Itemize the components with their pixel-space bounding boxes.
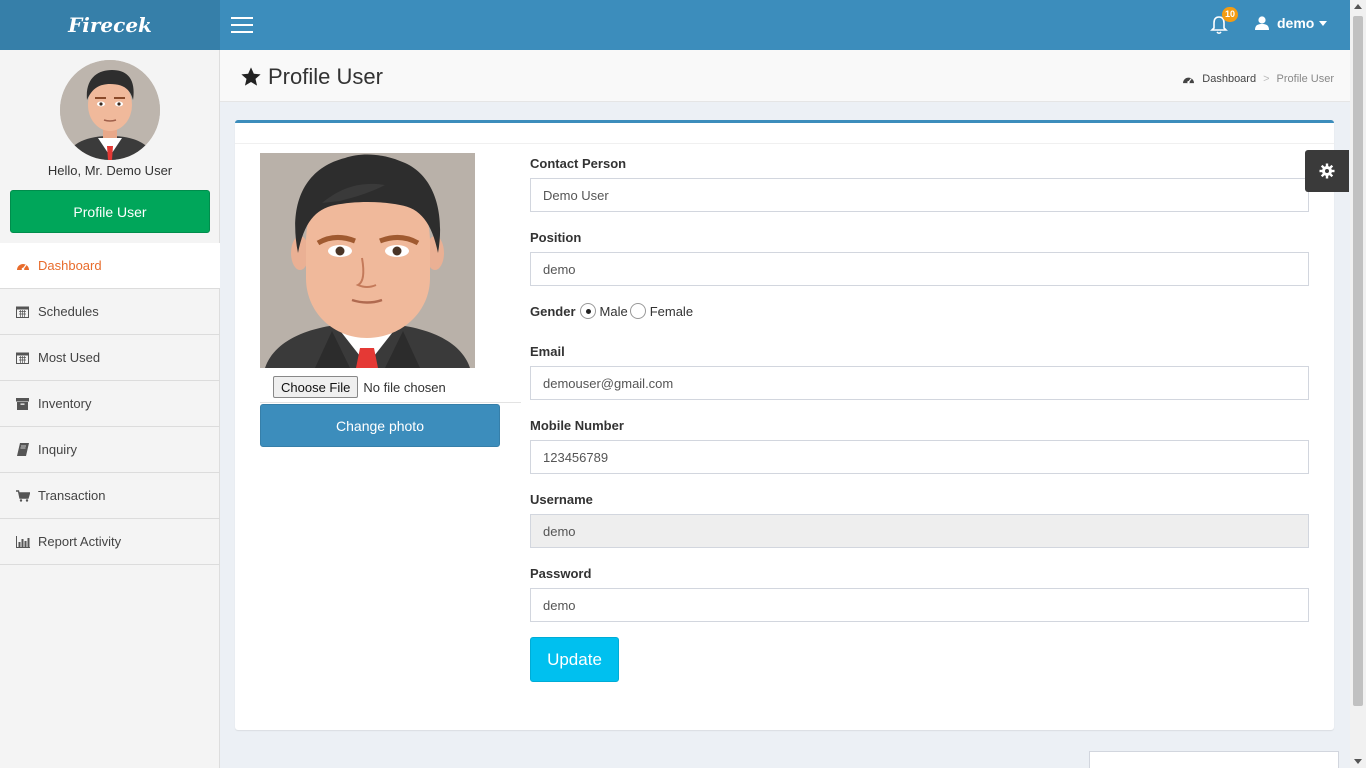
username-label: Username — [530, 492, 593, 507]
profile-user-button[interactable]: Profile User — [10, 190, 210, 233]
sidebar-item-label: Transaction — [38, 488, 106, 503]
breadcrumb: Dashboard > Profile User — [1182, 73, 1334, 85]
position-input[interactable] — [530, 252, 1309, 286]
book-icon — [15, 443, 30, 457]
sidebar: Hello, Mr. Demo User Profile User Dashbo… — [0, 50, 220, 768]
sidebar-item-label: Inquiry — [38, 442, 78, 457]
update-button[interactable]: Update — [530, 637, 619, 682]
footer-fragment — [1089, 751, 1339, 768]
sidebar-item-label: Most Used — [38, 350, 101, 365]
sidebar-item-dashboard[interactable]: Dashboard — [0, 243, 220, 289]
dashboard-icon — [1183, 77, 1195, 83]
notification-badge: 10 — [1222, 7, 1238, 22]
bar-chart-icon — [15, 535, 30, 549]
gender-label: Gender — [530, 303, 576, 319]
sidebar-item-schedules[interactable]: Schedules — [0, 289, 220, 335]
sidebar-item-most-used[interactable]: Most Used — [0, 335, 220, 381]
scroll-up-icon[interactable] — [1354, 4, 1362, 9]
email-input[interactable] — [530, 366, 1309, 400]
sidebar-menu: Dashboard Schedules Most Used Inventory … — [0, 243, 220, 565]
page-title: Profile User — [240, 64, 383, 90]
greeting-text: Hello, Mr. Demo User — [47, 163, 173, 178]
no-file-label: No file chosen — [363, 379, 446, 395]
top-navbar: Firecek 10 demo — [0, 0, 1350, 50]
profile-box: Choose File No file chosen Change photo … — [235, 120, 1334, 730]
brand-logo[interactable]: Firecek — [0, 0, 220, 50]
mobile-number-label: Mobile Number — [530, 418, 624, 433]
breadcrumb-separator: > — [1263, 73, 1270, 85]
gender-male-radio[interactable] — [579, 303, 596, 319]
box-header-divider — [235, 143, 1334, 144]
divider — [260, 402, 521, 403]
sidebar-item-label: Dashboard — [38, 258, 102, 273]
scroll-down-icon[interactable] — [1354, 759, 1362, 764]
sidebar-item-transaction[interactable]: Transaction — [0, 473, 220, 519]
breadcrumb-current: Profile User — [1276, 73, 1334, 85]
sidebar-item-report-activity[interactable]: Report Activity — [0, 519, 220, 565]
scroll-thumb[interactable] — [1353, 16, 1363, 706]
contact-person-input[interactable] — [530, 178, 1309, 212]
sidebar-item-label: Report Activity — [38, 534, 122, 549]
user-menu[interactable]: demo — [1254, 15, 1328, 31]
sidebar-item-inquiry[interactable]: Inquiry — [0, 427, 220, 473]
dashboard-icon — [15, 259, 30, 273]
gender-male-label: Male — [599, 303, 628, 319]
gender-female-label: Female — [649, 303, 694, 319]
sidebar-item-label: Schedules — [38, 304, 99, 319]
file-input[interactable]: Choose File No file chosen — [273, 376, 446, 398]
change-photo-button[interactable]: Change photo — [260, 404, 500, 447]
star-icon — [241, 67, 261, 86]
sidebar-item-inventory[interactable]: Inventory — [0, 381, 220, 427]
position-label: Position — [530, 230, 582, 245]
username-input — [530, 514, 1309, 548]
breadcrumb-home-link[interactable]: Dashboard — [1202, 73, 1256, 85]
gear-icon — [1319, 163, 1335, 179]
profile-photo — [260, 153, 475, 368]
cart-icon — [15, 489, 30, 503]
email-label: Email — [530, 344, 565, 359]
user-name: demo — [1277, 15, 1315, 31]
mobile-number-input[interactable] — [530, 440, 1309, 474]
password-input[interactable] — [530, 588, 1309, 622]
avatar — [60, 60, 160, 160]
contact-person-label: Contact Person — [530, 156, 627, 171]
password-label: Password — [530, 566, 592, 581]
calendar-icon — [15, 305, 30, 319]
page-scrollbar[interactable] — [1350, 0, 1366, 768]
caret-down-icon — [1319, 20, 1328, 26]
settings-toggle[interactable] — [1305, 150, 1349, 192]
gender-group: Gender Male Female — [530, 303, 695, 319]
gender-female-radio[interactable] — [629, 303, 646, 319]
user-icon — [1255, 16, 1269, 30]
sidebar-toggle-icon[interactable] — [231, 17, 253, 33]
calendar-icon — [15, 351, 30, 365]
content-header: Profile User Dashboard > Profile User — [220, 50, 1350, 102]
archive-icon — [15, 397, 30, 411]
choose-file-button[interactable]: Choose File — [273, 376, 359, 398]
page-title-text: Profile User — [268, 64, 383, 89]
sidebar-item-label: Inventory — [38, 396, 92, 411]
